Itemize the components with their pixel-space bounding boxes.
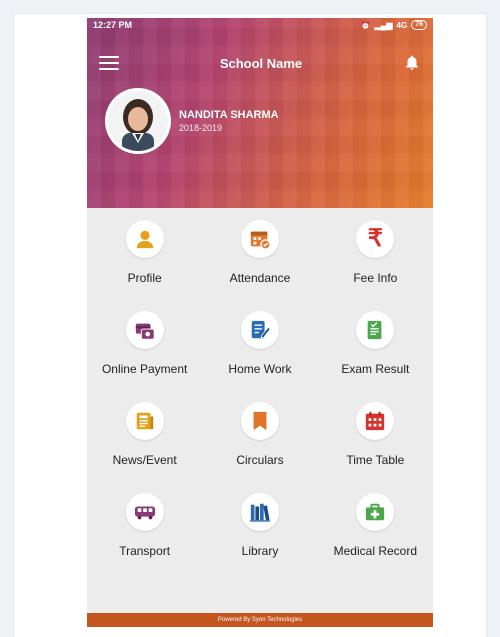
calendar-check-icon xyxy=(250,231,271,250)
exam-result-icon xyxy=(367,320,382,340)
medical-icon-wrap xyxy=(356,493,395,531)
footer-credit: Powered By Syon Technologies xyxy=(87,613,433,627)
menu-item-label: News/Event xyxy=(112,453,177,467)
bus-icon xyxy=(134,506,155,520)
menu-item-medical-record[interactable]: Medical Record xyxy=(318,493,433,584)
menu-item-label: Exam Result xyxy=(341,362,410,376)
profile-header: 12:27 PM ⏰ ▂▄▆ 4G 76 School Name NANDITA… xyxy=(87,18,433,208)
timetable-icon xyxy=(366,411,385,431)
menu-item-exam-result[interactable]: Exam Result xyxy=(318,311,433,402)
menu-item-label: Attendance xyxy=(229,271,291,285)
circulars-icon-wrap xyxy=(240,402,279,440)
menu-item-label: Profile xyxy=(127,271,162,285)
profile-icon-wrap xyxy=(125,220,164,258)
student-session: 2018-2019 xyxy=(179,123,223,133)
library-icon-wrap xyxy=(240,493,279,531)
battery-icon: 76 xyxy=(411,20,427,30)
payment-icon-wrap xyxy=(125,311,164,349)
news-icon xyxy=(136,412,153,430)
homework-icon xyxy=(251,320,271,339)
signal-icon: ▂▄▆ xyxy=(374,20,393,30)
avatar[interactable] xyxy=(105,88,171,154)
menu-item-home-work[interactable]: Home Work xyxy=(202,311,317,402)
transport-icon-wrap xyxy=(125,493,164,531)
menu-item-label: Transport xyxy=(119,544,171,558)
menu-item-transport[interactable]: Transport xyxy=(87,493,202,584)
menu-item-label: Time Table xyxy=(346,453,405,467)
homework-icon-wrap xyxy=(240,311,279,349)
menu-item-time-table[interactable]: Time Table xyxy=(318,402,433,493)
menu-item-attendance[interactable]: Attendance xyxy=(202,220,317,311)
menu-item-news-event[interactable]: News/Event xyxy=(87,402,202,493)
medical-kit-icon xyxy=(366,503,385,521)
menu-item-library[interactable]: Library xyxy=(202,493,317,584)
network-type: 4G xyxy=(396,20,408,30)
books-icon xyxy=(249,503,271,522)
attendance-icon-wrap xyxy=(240,220,279,258)
fee-icon-wrap: ₹ xyxy=(356,220,395,258)
menu-item-label: Library xyxy=(241,544,279,558)
menu-item-label: Fee Info xyxy=(353,271,398,285)
status-icons: ⏰ ▂▄▆ 4G 76 xyxy=(361,20,427,30)
student-profile[interactable]: NANDITA SHARMA 2018-2019 xyxy=(105,88,279,154)
rupee-icon: ₹ xyxy=(367,225,383,252)
payment-icon xyxy=(135,323,155,340)
student-photo xyxy=(108,91,168,151)
menu-item-online-payment[interactable]: Online Payment xyxy=(87,311,202,402)
app-bar: School Name xyxy=(87,48,433,78)
status-time: 12:27 PM xyxy=(93,20,133,30)
menu-item-circulars[interactable]: Circulars xyxy=(202,402,317,493)
person-icon xyxy=(136,230,153,249)
phone-screen: 12:27 PM ⏰ ▂▄▆ 4G 76 School Name NANDITA… xyxy=(87,18,433,627)
menu-item-profile[interactable]: Profile xyxy=(87,220,202,311)
menu-item-label: Circulars xyxy=(236,453,284,467)
hamburger-menu-icon[interactable] xyxy=(99,56,119,70)
student-name: NANDITA SHARMA xyxy=(179,109,279,121)
menu-item-label: Home Work xyxy=(228,362,292,376)
menu-item-label: Online Payment xyxy=(101,362,188,376)
news-icon-wrap xyxy=(125,402,164,440)
bell-icon[interactable] xyxy=(403,53,421,73)
status-bar: 12:27 PM ⏰ ▂▄▆ 4G 76 xyxy=(87,18,433,32)
timetable-icon-wrap xyxy=(356,402,395,440)
menu-item-label: Medical Record xyxy=(333,544,418,558)
app-title: School Name xyxy=(219,55,303,71)
menu-item-fee-info[interactable]: ₹ Fee Info xyxy=(318,220,433,311)
alarm-icon: ⏰ xyxy=(360,20,371,30)
dashboard-menu-grid: Profile Attendance ₹ Fee Info Online Pay… xyxy=(87,220,433,584)
student-info: NANDITA SHARMA 2018-2019 xyxy=(179,109,279,133)
exam-icon-wrap xyxy=(356,311,395,349)
bookmark-icon xyxy=(253,411,267,431)
